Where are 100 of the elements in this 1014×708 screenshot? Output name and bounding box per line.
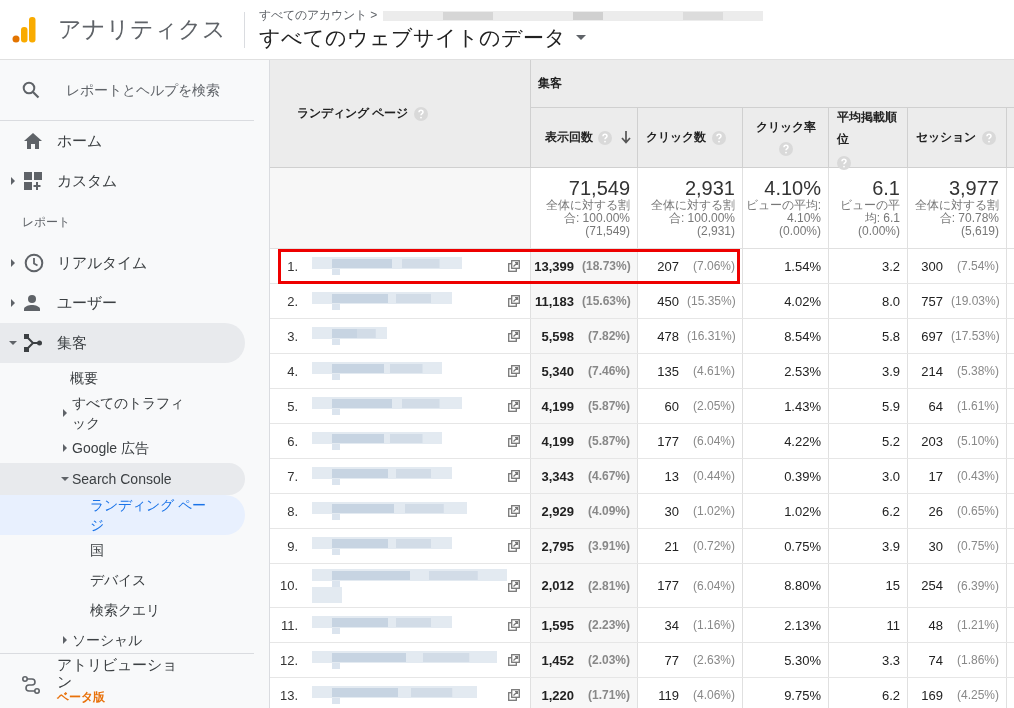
table-cell: 34	[664, 617, 679, 633]
open-link-icon[interactable]	[508, 470, 520, 482]
column-header[interactable]: 平均掲載順位	[829, 108, 908, 167]
open-link-icon[interactable]	[508, 619, 520, 631]
column-header[interactable]: 表示回数	[531, 108, 638, 167]
nav-item[interactable]: Google 広告	[0, 433, 245, 463]
table-row[interactable]: 4. 5,340 (7.46%) 135 (4.61%) 2.53% 3.9 214 (5.38%)	[270, 354, 1014, 389]
open-link-icon[interactable]	[508, 654, 520, 666]
table-row[interactable]: 3. 5,598 (7.82%) 478 (16.31%) 8.54% 5.8 697 (17.53%)	[270, 319, 1014, 354]
view-selector[interactable]: すべてのウェブサイトのデータ	[259, 24, 764, 52]
table-cell-text: (4.06%)	[691, 688, 735, 702]
table-cell: 11,183	[534, 293, 574, 309]
table-cell-text: (7.54%)	[955, 259, 999, 273]
table-cell-text: (0.65%)	[955, 504, 999, 518]
open-link-icon[interactable]	[508, 689, 520, 701]
table-cell-text: (2.03%)	[586, 653, 630, 667]
nav-item[interactable]: アトリビューション ベータ版	[0, 653, 254, 708]
nav-item[interactable]: ホーム	[0, 121, 245, 161]
nav-item[interactable]: ソーシャル	[0, 625, 245, 653]
table-cell: (18.73%)	[582, 259, 630, 273]
table-row[interactable]: 5. 4,199 (5.87%) 60 (2.05%) 1.43% 5.9 64 (1.61%)	[270, 389, 1014, 424]
table-cell: 169	[921, 687, 943, 703]
table-cell-text: (1.02%)	[691, 504, 735, 518]
nav-item[interactable]: ユーザー	[0, 283, 245, 323]
table-cell: 9.75%	[784, 687, 821, 703]
table-cell: 21	[664, 538, 679, 554]
nav-item[interactable]: デバイス	[0, 565, 245, 595]
open-link-icon[interactable]	[508, 400, 520, 412]
nav-item[interactable]: 国	[0, 535, 245, 565]
table-row[interactable]: 6. 4,199 (5.87%) 177 (6.04%) 4.22% 5.2 203 (5.10%)	[270, 424, 1014, 459]
table-cell-text: (2.23%)	[586, 618, 630, 632]
sort-down-icon	[621, 131, 631, 144]
table-cell: 11	[886, 617, 900, 633]
nav-item[interactable]: すべてのトラフィック	[0, 393, 245, 433]
table-cell-text: (4.61%)	[691, 364, 735, 378]
open-link-icon[interactable]	[508, 435, 520, 447]
open-link-icon[interactable]	[508, 295, 520, 307]
search-field[interactable]: レポートとヘルプを検索	[64, 81, 238, 99]
table-cell: (17.53%)	[951, 329, 999, 343]
nav-item[interactable]: カスタム	[0, 161, 245, 201]
nav-item[interactable]: 検索クエリ	[0, 595, 245, 625]
column-header[interactable]: セッション	[908, 108, 1007, 167]
table-cell: (15.63%)	[582, 294, 630, 308]
table-cell: 8.80%	[784, 578, 821, 593]
table-row[interactable]: 2. 11,183 (15.63%) 450 (15.35%) 4.02% 8.0 757 (19.03%)	[270, 284, 1014, 319]
table-cell-text: (6.39%)	[955, 578, 999, 593]
table-cell-text: (2.05%)	[691, 399, 735, 413]
home-icon	[24, 133, 42, 149]
total-note: ビューの平均: 6.1 (0.00%)	[839, 199, 900, 238]
nav-item[interactable]: 概要	[0, 363, 245, 393]
caret-icon	[576, 35, 586, 41]
column-header[interactable]: クリック数	[638, 108, 743, 167]
nav-item[interactable]: ランディング ページ	[0, 495, 245, 535]
table-cell: 77	[664, 652, 679, 668]
row-number: 2.	[286, 293, 298, 309]
table-cell: 1,595	[541, 617, 574, 633]
table-cell: 30	[928, 538, 943, 554]
table-cell: 0.75%	[784, 538, 821, 554]
table-row[interactable]: 12. 1,452 (2.03%) 77 (2.63%) 5.30% 3.3 74 (1.86%)	[270, 643, 1014, 678]
table-cell: 8.54%	[784, 328, 821, 344]
help-icon	[778, 142, 793, 156]
table-cell: 74	[928, 652, 943, 668]
table-cell-text: (5.87%)	[586, 434, 630, 448]
table-cell: 17	[928, 468, 943, 484]
open-link-icon[interactable]	[508, 330, 520, 342]
open-link-icon[interactable]	[508, 260, 520, 272]
table-cell: (15.35%)	[687, 294, 735, 308]
table-row[interactable]: 8. 2,929 (4.09%) 30 (1.02%) 1.02% 6.2 26 (0.65%)	[270, 494, 1014, 529]
table-cell: 4.22%	[784, 433, 821, 449]
table-cell: 177	[657, 433, 679, 449]
table-row[interactable]: 7. 3,343 (4.67%) 13 (0.44%) 0.39% 3.0 17 (0.43%)	[270, 459, 1014, 494]
table-cell-text: (7.46%)	[586, 364, 630, 378]
table-cell-text: (5.87%)	[586, 399, 630, 413]
column-header[interactable]: クリック率	[743, 108, 829, 167]
table-cell: 5.2	[881, 433, 900, 449]
table-row[interactable]: 10. 2,012 (2.81%) 177 (6.04%) 8.80% 15 254 (6.39%)	[270, 564, 1014, 608]
nav-item[interactable]: Search Console	[0, 463, 245, 495]
open-link-icon[interactable]	[508, 579, 520, 592]
table-cell: 214	[921, 363, 943, 379]
table-row[interactable]: 1. 13,399 (18.73%) 207 (7.06%) 1.54% 3.2 300 (7.54%)	[270, 249, 1014, 284]
table-cell: 26	[928, 503, 943, 519]
table-cell-text: (2.81%)	[586, 578, 630, 593]
table-cell: 478	[657, 328, 679, 344]
open-link-icon[interactable]	[508, 540, 520, 552]
table-row[interactable]: 11. 1,595 (2.23%) 34 (1.16%) 2.13% 11 48 (1.21%)	[270, 608, 1014, 643]
nav-item[interactable]: リアルタイム	[0, 243, 245, 283]
clock-icon	[24, 253, 44, 273]
table-row[interactable]: 13. 1,220 (1.71%) 119 (4.06%) 9.75% 6.2 169 (4.25%)	[270, 678, 1014, 708]
table-cell: 5.8	[881, 328, 900, 344]
open-link-icon[interactable]	[508, 505, 520, 517]
breadcrumb[interactable]: すべてのアカウント >	[259, 7, 378, 24]
column-header[interactable]: ランディング ページ	[270, 60, 531, 167]
table-cell-text: (4.67%)	[586, 469, 630, 483]
table-cell: 3.9	[881, 538, 900, 554]
nav-item[interactable]: 集客	[0, 323, 245, 363]
table-cell: 254	[921, 578, 943, 593]
open-link-icon[interactable]	[508, 365, 520, 377]
fork-icon	[24, 334, 42, 352]
help-icon	[598, 130, 612, 145]
table-row[interactable]: 9. 2,795 (3.91%) 21 (0.72%) 0.75% 3.9 30 (0.75%)	[270, 529, 1014, 564]
